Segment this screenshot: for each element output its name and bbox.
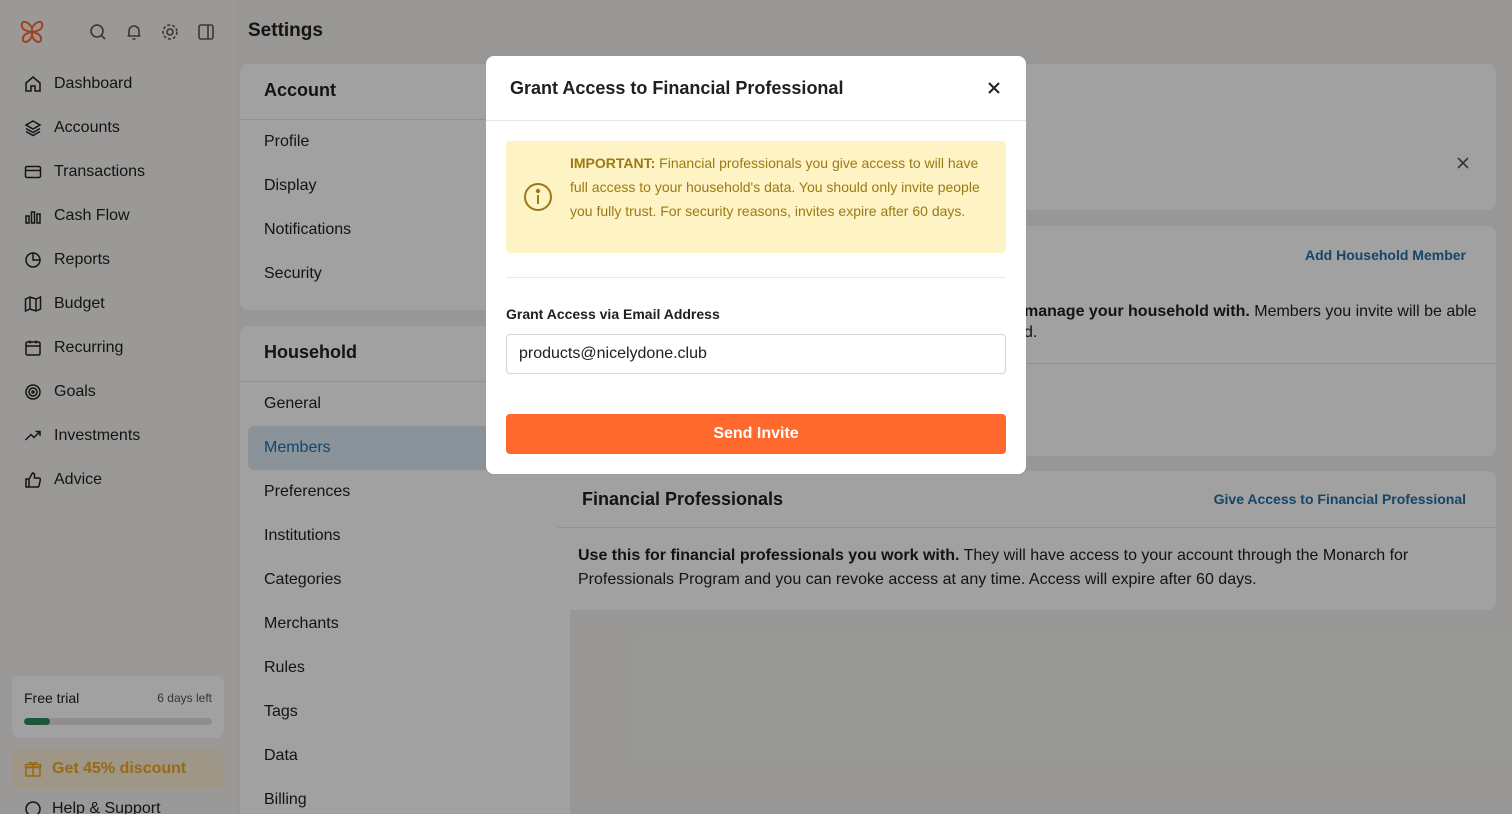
notice-text: IMPORTANT: Financial professionals you g…: [570, 151, 994, 223]
grant-access-modal: Grant Access to Financial Professional I…: [486, 56, 1026, 474]
info-icon: [524, 183, 552, 211]
modal-title: Grant Access to Financial Professional: [510, 77, 844, 98]
email-field-label: Grant Access via Email Address: [506, 306, 720, 322]
divider: [506, 277, 1006, 278]
email-field[interactable]: [506, 334, 1006, 374]
modal-header: Grant Access to Financial Professional: [486, 56, 1026, 121]
send-invite-button[interactable]: Send Invite: [506, 414, 1006, 454]
close-icon[interactable]: [986, 80, 1002, 96]
important-notice: IMPORTANT: Financial professionals you g…: [506, 141, 1006, 253]
notice-bold: IMPORTANT:: [570, 155, 656, 171]
